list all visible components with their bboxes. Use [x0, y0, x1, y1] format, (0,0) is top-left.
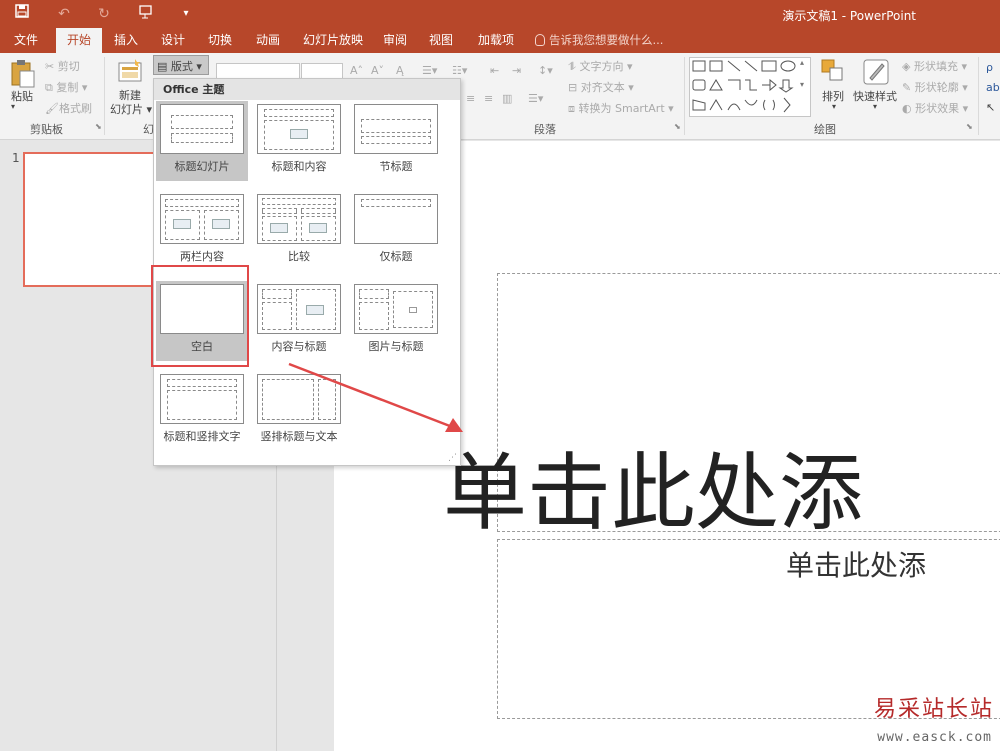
shapes-scroll-down-icon[interactable]: ▾ [800, 80, 804, 89]
arrange-icon[interactable] [820, 58, 846, 89]
drawing-launcher-icon[interactable]: ⬊ [966, 122, 973, 131]
format-painter-button[interactable]: 🖌格式刷 [45, 100, 92, 116]
layout-title-slide[interactable]: 标题幻灯片 [156, 101, 248, 181]
shrink-font-icon[interactable]: A˅ [371, 64, 384, 77]
scissors-icon: ✂ [45, 60, 58, 73]
tab-view[interactable]: 视图 [421, 28, 461, 53]
window-title: 演示文稿1 - PowerPoint [782, 9, 916, 23]
paragraph-group-label: 段落 [534, 123, 556, 136]
watermark-url: www.easck.com [877, 730, 992, 745]
layout-title-and-vertical-text[interactable]: 标题和竖排文字 [156, 371, 248, 451]
align-right-icon[interactable]: ≡ [484, 92, 493, 105]
shapes-scroll-up-icon[interactable]: ▴ [800, 58, 804, 67]
highlight-box [151, 265, 249, 367]
resize-grip-icon[interactable]: ⋰ [448, 453, 457, 463]
tab-review[interactable]: 审阅 [375, 28, 415, 53]
smartart-button[interactable]: ⧈ 转换为 SmartArt ▾ [568, 100, 674, 116]
text-direction-icon: ⥮ [568, 60, 580, 73]
new-slide-icon[interactable] [117, 58, 145, 87]
shape-fill-button[interactable]: ◈ 形状填充 ▾ [902, 58, 967, 74]
lightbulb-icon [535, 34, 545, 46]
copy-button[interactable]: ⧉ 复制 ▾ [45, 79, 87, 95]
slide-number: 1 [12, 151, 20, 165]
tab-transitions[interactable]: 切换 [200, 28, 240, 53]
shape-effects-button[interactable]: ◐ 形状效果 ▾ [902, 100, 968, 116]
increase-indent-icon[interactable]: ⇥ [512, 64, 521, 77]
watermark-text: 易采站长站 [873, 697, 994, 722]
new-slide-button[interactable]: 幻灯片 ▾ [110, 101, 152, 117]
quick-styles-icon[interactable] [862, 58, 890, 89]
layout-section-header[interactable]: 节标题 [350, 101, 442, 181]
layout-two-content[interactable]: 两栏内容 [156, 191, 248, 271]
find-icon[interactable]: ρ [986, 61, 993, 74]
subtitle-placeholder-text[interactable]: 单击此处添 [786, 544, 926, 584]
justify-icon[interactable]: ▥ [502, 92, 512, 105]
select-icon[interactable]: ↖ [986, 101, 995, 114]
layout-icon: ▤ [157, 60, 171, 73]
customize-qa-icon[interactable]: ▾ [174, 4, 198, 24]
clear-format-icon[interactable]: Ą [396, 64, 404, 77]
title-placeholder-text[interactable]: 单击此处添 [443, 426, 863, 547]
tell-me-text: 告诉我您想要做什么... [549, 33, 664, 47]
align-text-button[interactable]: ⊟ 对齐文本 ▾ [568, 79, 634, 95]
layout-title-and-content[interactable]: 标题和内容 [253, 101, 345, 181]
tab-file[interactable]: 文件 [6, 28, 46, 53]
layout-button[interactable]: ▤ 版式 ▾ [153, 55, 209, 75]
annotation-arrow [288, 362, 463, 432]
layout-content-with-caption[interactable]: 内容与标题 [253, 281, 345, 361]
tab-slideshow[interactable]: 幻灯片放映 [295, 28, 371, 53]
undo-icon[interactable]: ↶ [52, 4, 76, 24]
decrease-indent-icon[interactable]: ⇤ [490, 64, 499, 77]
quick-styles-dropdown-icon[interactable]: ▾ [873, 102, 877, 111]
layout-picture-with-caption[interactable]: 图片与标题 [350, 281, 442, 361]
columns-icon[interactable]: ☰▾ [528, 92, 543, 105]
align-center-icon[interactable]: ≡ [466, 92, 475, 105]
ribbon: 粘贴 ▾ ✂ 剪切 ⧉ 复制 ▾ 🖌格式刷 剪贴板 ⬊ 新建 幻灯片 ▾ ▤ 版… [0, 53, 1000, 140]
present-from-start-icon[interactable] [134, 4, 158, 24]
brush-icon: 🖌 [45, 102, 59, 115]
pen-icon: ✎ [902, 81, 915, 94]
bullets-icon[interactable]: ☰▾ [422, 64, 437, 77]
effects-icon: ◐ [902, 102, 916, 115]
text-direction-button[interactable]: ⥮ 文字方向 ▾ [568, 58, 633, 74]
copy-icon: ⧉ [45, 81, 57, 94]
shape-outline-button[interactable]: ✎ 形状轮廓 ▾ [902, 79, 968, 95]
layout-menu-header: Office 主题 [154, 79, 460, 100]
redo-icon[interactable]: ↻ [92, 4, 116, 24]
tab-animations[interactable]: 动画 [248, 28, 288, 53]
shapes-gallery[interactable] [689, 57, 811, 117]
save-icon[interactable] [10, 4, 34, 24]
tell-me-search[interactable]: 告诉我您想要做什么... [535, 28, 663, 53]
grow-font-icon[interactable]: A˄ [350, 64, 363, 77]
line-spacing-icon[interactable]: ↕▾ [538, 64, 553, 77]
tab-insert[interactable]: 插入 [106, 28, 146, 53]
clipboard-group-label: 剪贴板 [30, 123, 63, 136]
layout-comparison[interactable]: 比较 [253, 191, 345, 271]
paragraph-launcher-icon[interactable]: ⬊ [674, 122, 681, 131]
smartart-icon: ⧈ [568, 102, 579, 115]
title-bar: ↶ ↻ ▾ 演示文稿1 - PowerPoint [0, 0, 1000, 28]
tab-home[interactable]: 开始 [56, 28, 102, 53]
cut-button[interactable]: ✂ 剪切 [45, 58, 80, 74]
tab-design[interactable]: 设计 [153, 28, 193, 53]
replace-icon[interactable]: ab [986, 81, 1000, 94]
clipboard-launcher-icon[interactable]: ⬊ [95, 122, 102, 131]
numbering-icon[interactable]: ☷▾ [452, 64, 467, 77]
ribbon-tabs: 文件 开始 插入 设计 切换 动画 幻灯片放映 审阅 视图 加载项 告诉我您想要… [0, 28, 1000, 53]
drawing-group-label: 绘图 [814, 123, 836, 136]
align-text-icon: ⊟ [568, 81, 581, 94]
paste-dropdown-icon[interactable]: ▾ [11, 102, 15, 111]
paint-bucket-icon: ◈ [902, 60, 914, 73]
arrange-dropdown-icon[interactable]: ▾ [832, 102, 836, 111]
tab-addins[interactable]: 加载项 [470, 28, 522, 53]
layout-title-only[interactable]: 仅标题 [350, 191, 442, 271]
